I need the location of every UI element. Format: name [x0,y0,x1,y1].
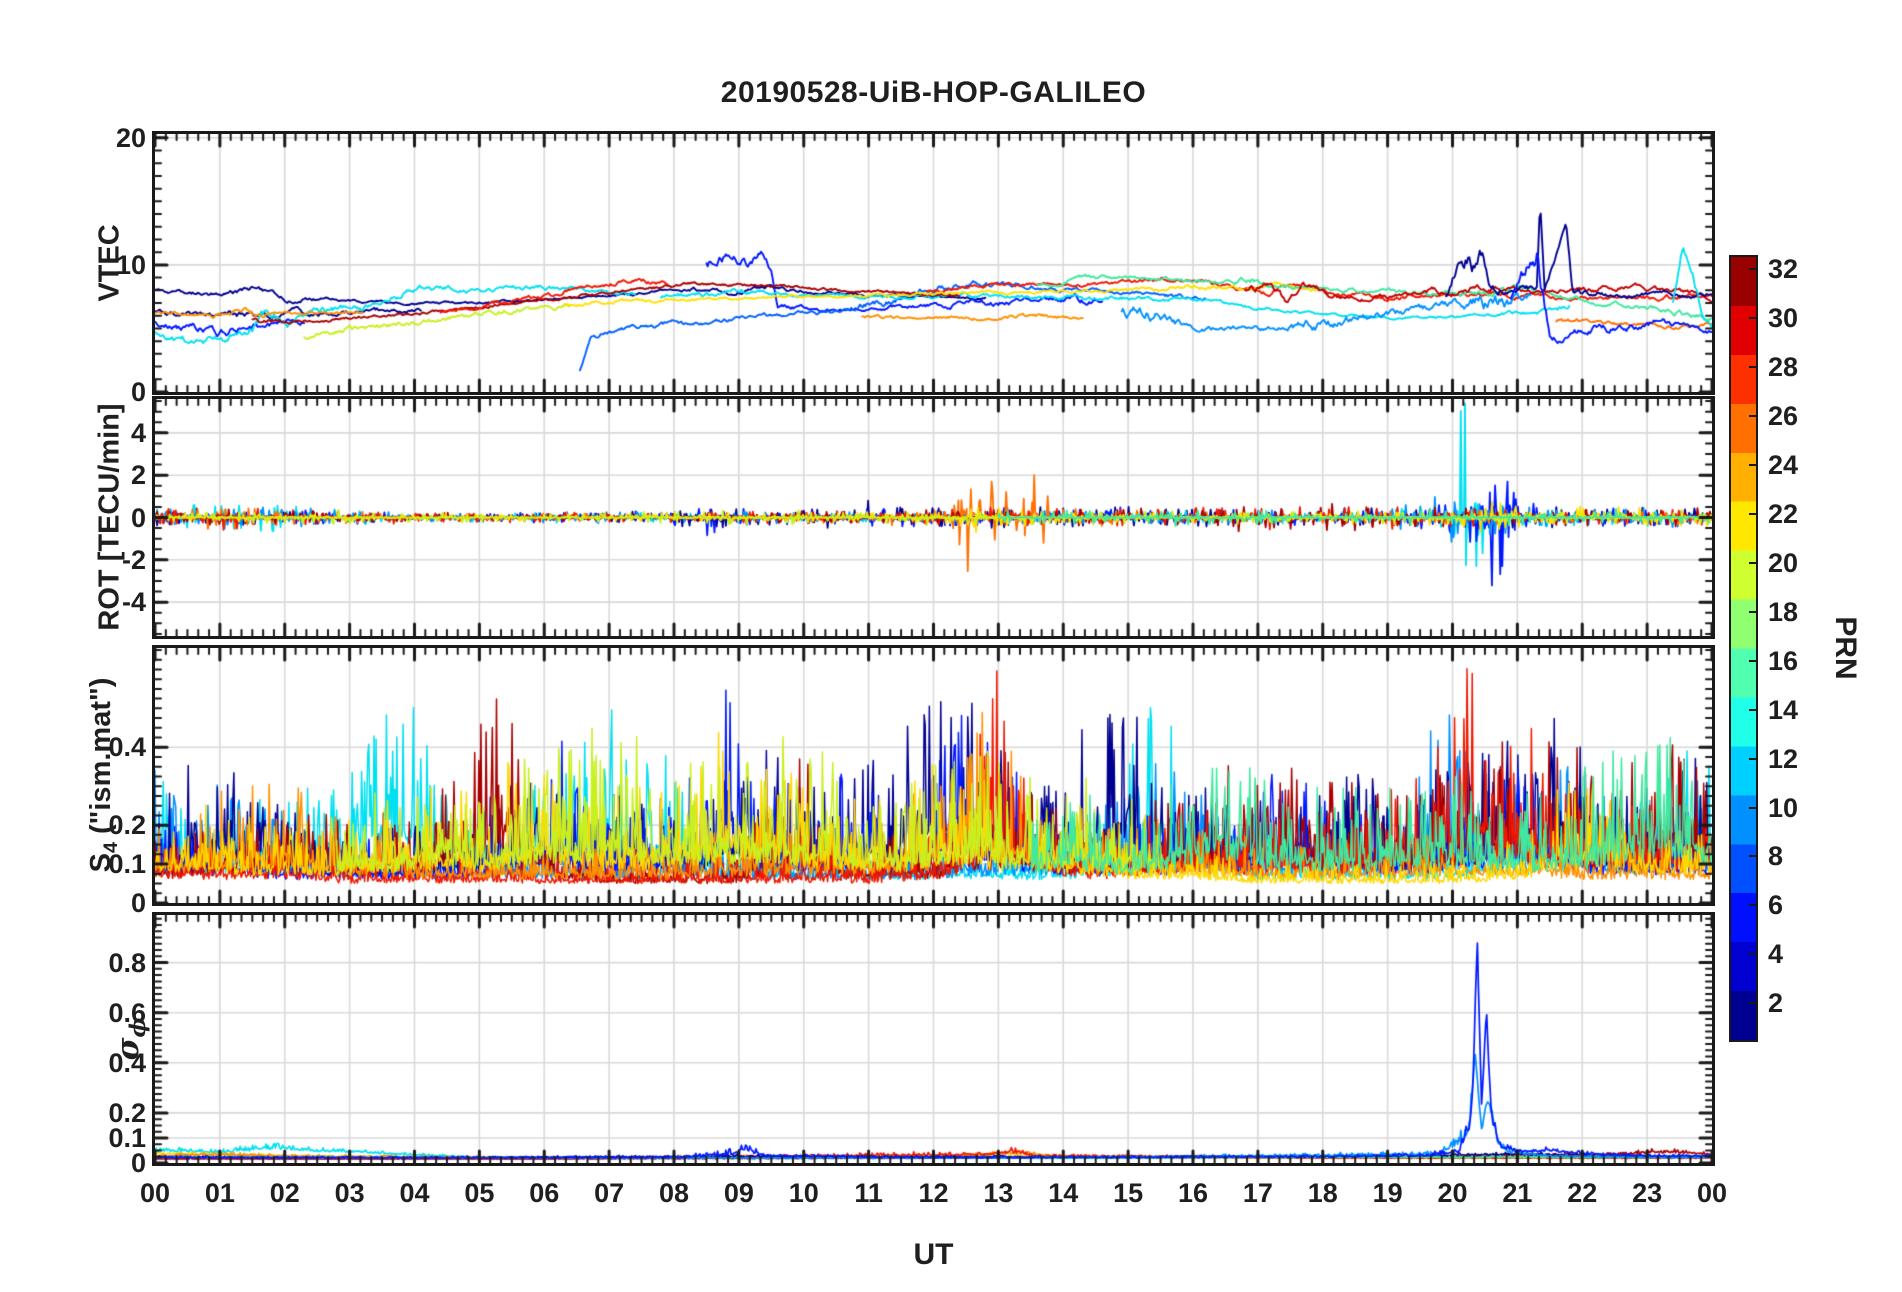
chart-title: 20190528-UiB-HOP-GALILEO [720,76,1147,109]
colorbar-tick-label: 20 [1768,547,1799,578]
s4-ytick-label: 0 [130,888,146,918]
x-tick-label: 08 [658,1178,690,1208]
colorbar-tick-label: 6 [1768,890,1784,921]
s4-ytick-label: 0.4 [108,732,146,763]
colorbar-tick-mark [1749,512,1756,515]
colorbar-tick-mark [1749,708,1756,711]
x-axis-label: UT [913,1238,954,1271]
sigma-phi-panel [152,912,1715,1166]
x-tick-label: 00 [139,1178,171,1208]
x-tick-label: 14 [1048,1178,1079,1208]
colorbar-tick-mark [1749,561,1756,564]
x-tick-label: 22 [1567,1178,1598,1208]
colorbar-tick-label: 4 [1768,939,1784,970]
colorbar-tick-label: 30 [1768,303,1799,334]
x-tick-label: 02 [269,1178,300,1208]
x-tick-label: 19 [1372,1178,1403,1208]
colorbar-tick-label: 12 [1768,743,1799,774]
sigphi-ytick-label: 0.4 [108,1047,146,1078]
colorbar-tick-mark [1749,953,1756,956]
s4-ytick-label: 0.1 [108,849,146,880]
colorbar-tick-mark [1749,366,1756,369]
colorbar-tick-label: 2 [1768,988,1784,1019]
colorbar-tick-mark [1749,610,1756,613]
colorbar-tick-mark [1749,757,1756,760]
x-tick-label: 21 [1502,1178,1533,1208]
x-tick-label: 13 [983,1178,1014,1208]
rot-ytick-label: -4 [121,587,146,618]
rot-ytick-label: 4 [130,417,146,448]
colorbar-tick-mark [1749,415,1756,418]
colorbar-tick-mark [1749,904,1756,907]
colorbar-tick-label: 28 [1768,352,1799,383]
x-tick-label: 17 [1242,1178,1273,1208]
colorbar-tick-mark [1749,317,1756,320]
colorbar-tick-mark [1749,463,1756,466]
sigphi-ytick-label: 0.8 [108,947,146,978]
s4-panel [152,645,1715,906]
colorbar-tick-label: 32 [1768,254,1799,285]
x-tick-label: 03 [334,1178,365,1208]
colorbar-tick-mark [1749,268,1756,271]
x-tick-label: 00 [1696,1178,1728,1208]
prn-colorbar [1729,255,1758,1042]
colorbar-tick-label: 26 [1768,401,1799,432]
x-tick-label: 12 [918,1178,949,1208]
s4-axis-label: S4 ("ism.mat") [85,677,122,873]
vtec-plot-canvas [155,134,1712,392]
colorbar-tick-mark [1749,1002,1756,1005]
rot-plot-canvas [155,399,1712,636]
vtec-ytick-label: 0 [130,377,146,407]
x-tick-label: 23 [1632,1178,1663,1208]
x-tick-label: 07 [594,1178,625,1208]
x-tick-label: 04 [399,1178,430,1208]
vtec-ytick-label: 20 [115,122,146,153]
x-tick-label: 09 [723,1178,754,1208]
x-tick-label: 06 [529,1178,560,1208]
sigphi-ytick-label: 0.2 [108,1097,146,1128]
colorbar-tick-label: 22 [1768,498,1799,529]
rot-ytick-label: 2 [130,460,146,491]
vtec-ytick-label: 10 [115,249,146,280]
x-tick-label: 20 [1437,1178,1468,1208]
sigma-phi-plot-canvas [155,915,1712,1163]
colorbar-tick-label: 24 [1768,449,1799,480]
colorbar-tick-label: 10 [1768,792,1799,823]
x-tick-label: 11 [854,1178,883,1208]
s4-ytick-label: 0.2 [108,810,146,841]
x-tick-label: 01 [204,1178,235,1208]
x-tick-label: 10 [788,1178,819,1208]
colorbar-tick-mark [1749,806,1756,809]
sigphi-ytick-label: 0.6 [108,997,146,1028]
colorbar-tick-label: 14 [1768,694,1799,725]
rot-ytick-label: 0 [130,502,146,533]
x-tick-label: 16 [1177,1178,1209,1208]
x-tick-label: 15 [1113,1178,1144,1208]
colorbar-tick-mark [1749,659,1756,662]
rot-ytick-label: -2 [121,544,146,575]
colorbar-tick-label: 16 [1768,645,1799,676]
colorbar-tick-label: 8 [1768,841,1784,872]
figure-root: 20190528-UiB-HOP-GALILEO VTEC ROT [TECU/… [0,0,1902,1292]
s4-plot-canvas [155,648,1712,903]
x-tick-label: 18 [1307,1178,1338,1208]
colorbar-tick-mark [1749,855,1756,858]
x-tick-label: 05 [464,1178,495,1208]
colorbar-tick-label: 18 [1768,596,1799,627]
rot-panel [152,396,1715,639]
vtec-panel [152,131,1715,395]
